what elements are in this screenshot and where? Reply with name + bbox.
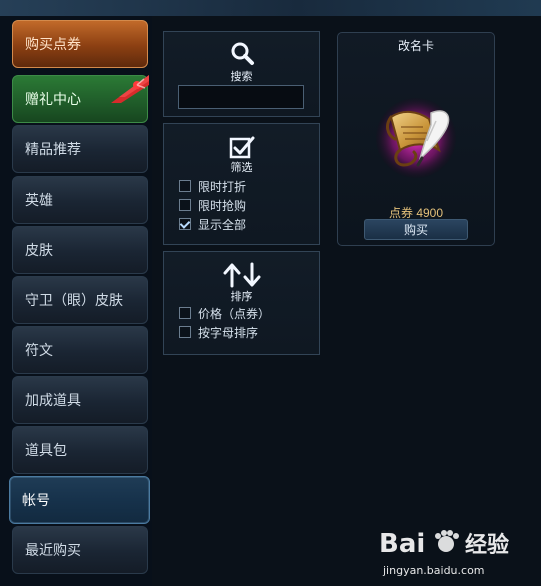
sidebar-item-label: 皮肤	[25, 242, 53, 258]
sidebar-item-label: 英雄	[25, 192, 53, 208]
search-input[interactable]	[178, 85, 304, 109]
sidebar-item-buy-points[interactable]: 购买点券	[12, 20, 148, 68]
baidu-paw-icon	[435, 530, 459, 552]
sidebar-item-featured[interactable]: 精品推荐	[12, 125, 148, 173]
sidebar-item-label: 守卫（眼）皮肤	[25, 292, 123, 308]
checkbox[interactable]	[179, 180, 191, 192]
filter-checklist-icon	[229, 136, 254, 159]
watermark-logo-text: Bai	[379, 529, 425, 559]
sort-arrows-icon	[223, 262, 260, 288]
checkbox[interactable]	[179, 307, 191, 319]
baidu-jingyan-watermark: Bai 经验 jingyan.baidu.com	[379, 529, 509, 577]
store-window: 购买点券 赠礼中心 精品推荐 英雄 皮肤 守卫（眼）皮肤 符文 加成道具 道具包…	[0, 0, 541, 586]
filter-option-show-all[interactable]: 显示全部	[179, 216, 246, 232]
sort-option-price[interactable]: 价格（点券）	[179, 305, 270, 321]
sort-option-label: 价格（点券）	[198, 306, 271, 321]
buy-button-label: 购买	[403, 223, 428, 237]
sidebar-item-recent-purchases[interactable]: 最近购买	[12, 526, 148, 574]
sidebar-item-label: 购买点券	[25, 36, 81, 52]
sidebar-item-runes[interactable]: 符文	[12, 326, 148, 374]
filter-option-label: 限时打折	[198, 179, 247, 194]
gift-ribbon-icon	[111, 75, 149, 103]
sidebar-item-label: 加成道具	[25, 392, 81, 408]
watermark-jingyan-text: 经验	[465, 532, 509, 558]
filter-option-label: 显示全部	[198, 217, 247, 232]
filter-option-limited-discount[interactable]: 限时打折	[179, 178, 246, 194]
sidebar-item-ward-skins[interactable]: 守卫（眼）皮肤	[12, 276, 148, 324]
sidebar-item-account[interactable]: 帐号	[9, 476, 150, 524]
sidebar-item-bundles[interactable]: 道具包	[12, 426, 148, 474]
filter-panel: 筛选 限时打折 限时抢购 显示全部	[163, 123, 320, 245]
sidebar-item-skins[interactable]: 皮肤	[12, 226, 148, 274]
search-icon	[231, 42, 254, 65]
sidebar-item-label: 精品推荐	[25, 141, 81, 157]
filter-option-limited-flash[interactable]: 限时抢购	[179, 197, 246, 213]
buy-button[interactable]: 购买	[364, 219, 468, 240]
rename-card-scroll-quill-icon	[376, 98, 456, 178]
search-title: 搜索	[230, 71, 253, 83]
sort-panel: 排序 价格（点券） 按字母排序	[163, 251, 320, 355]
sort-title: 排序	[230, 291, 253, 303]
sidebar-item-label: 帐号	[22, 492, 50, 508]
checkbox[interactable]	[179, 199, 191, 211]
filter-title: 筛选	[230, 162, 253, 174]
sidebar-item-heroes[interactable]: 英雄	[12, 176, 148, 224]
sidebar-item-label: 最近购买	[25, 542, 81, 558]
sort-option-label: 按字母排序	[198, 325, 259, 340]
sidebar-item-boosts[interactable]: 加成道具	[12, 376, 148, 424]
sidebar-item-label: 符文	[25, 342, 53, 358]
sort-option-alphabetical[interactable]: 按字母排序	[179, 324, 258, 340]
watermark-url: jingyan.baidu.com	[382, 564, 485, 577]
sidebar-item-label: 道具包	[25, 442, 67, 458]
checkbox-checked[interactable]	[179, 218, 191, 230]
store-sidebar: 购买点券 赠礼中心 精品推荐 英雄 皮肤 守卫（眼）皮肤 符文 加成道具 道具包…	[0, 16, 152, 586]
product-title: 改名卡	[397, 39, 434, 53]
search-panel: 搜索	[163, 31, 320, 117]
sidebar-item-label: 赠礼中心	[25, 91, 81, 107]
sidebar-item-gift-center[interactable]: 赠礼中心	[12, 75, 149, 123]
product-card[interactable]: 改名卡 点券 4900 购买	[337, 32, 495, 246]
checkbox[interactable]	[179, 326, 191, 338]
filter-option-label: 限时抢购	[198, 198, 247, 213]
